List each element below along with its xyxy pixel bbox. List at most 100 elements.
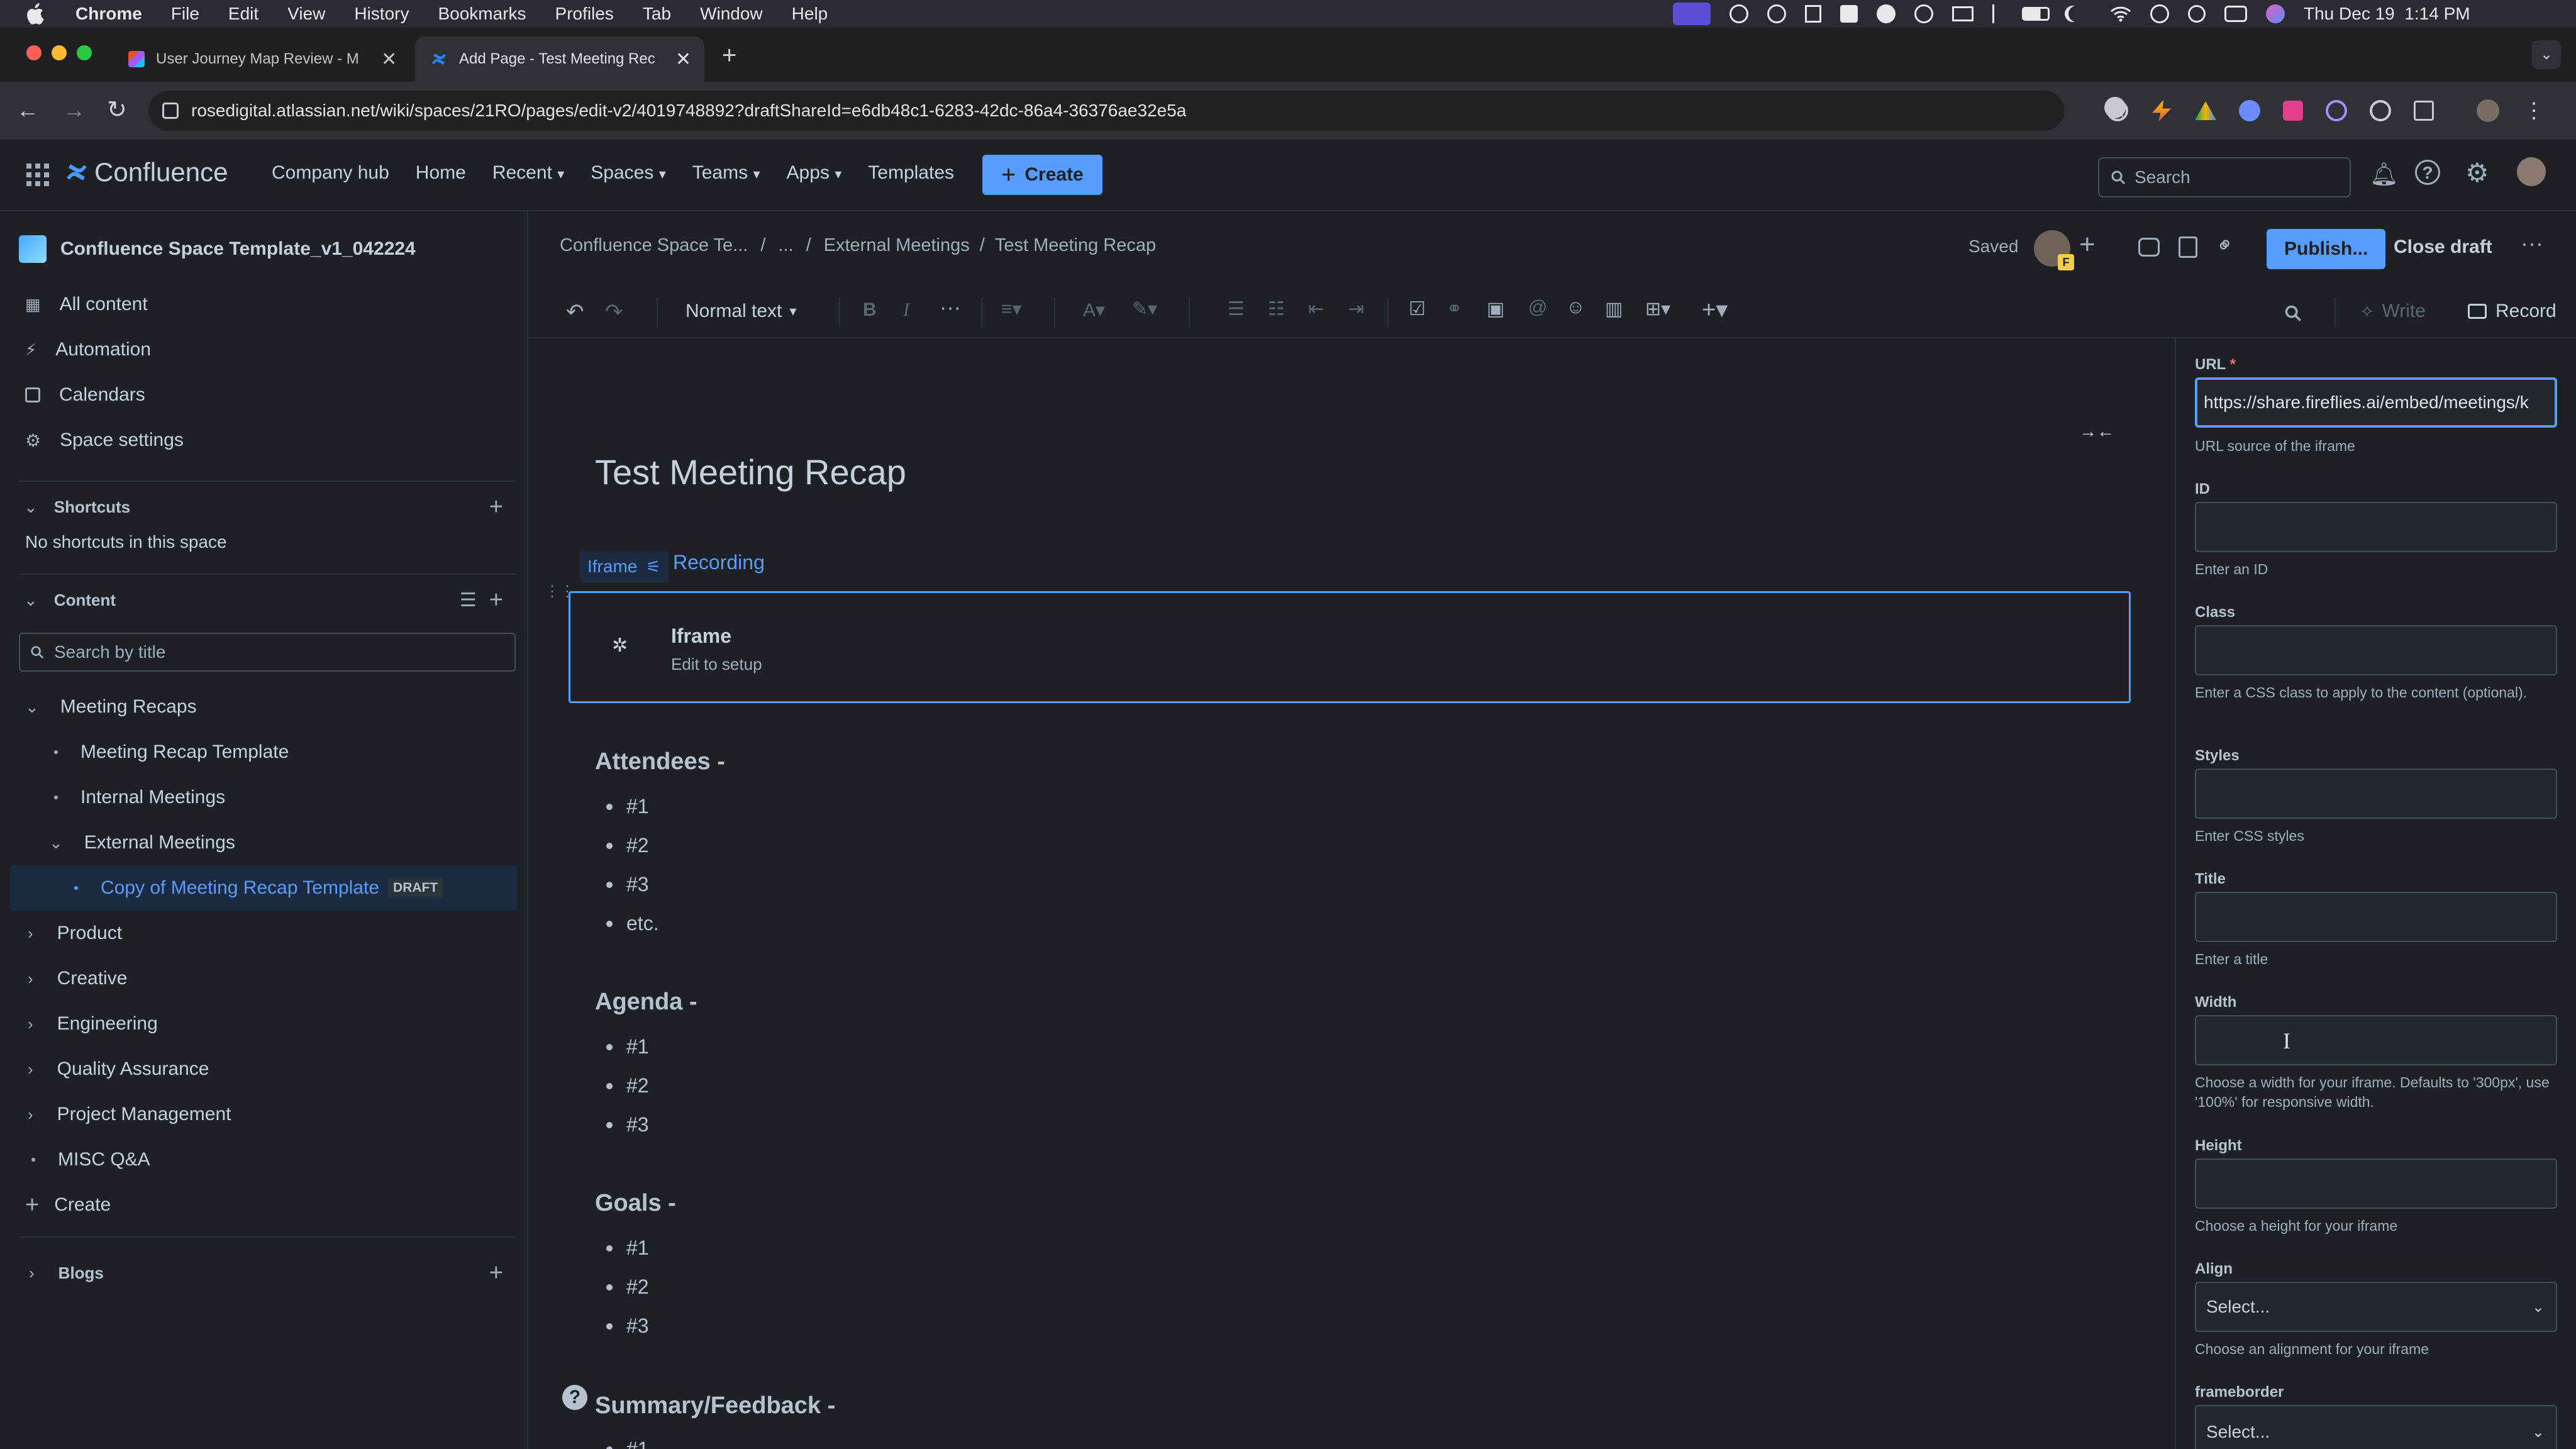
iframe-macro-tag[interactable]: Iframe ⚟	[580, 551, 669, 582]
indent-icon[interactable]: ⇥	[1348, 298, 1364, 320]
battery-icon[interactable]	[2022, 7, 2050, 21]
drive-extension-icon[interactable]	[2195, 101, 2216, 120]
topnav-search-input[interactable]: Search	[2098, 157, 2351, 197]
menubar-history[interactable]: History	[354, 4, 409, 24]
blue-extension-icon[interactable]	[2239, 100, 2260, 121]
tree-item-copy-of-template[interactable]: Copy of Meeting Recap Template DRAFT	[10, 865, 517, 911]
table-icon[interactable]: ⊞▾	[1645, 298, 1670, 320]
menubar-view[interactable]: View	[287, 4, 325, 24]
list-item[interactable]: #3	[606, 1314, 649, 1338]
outdent-icon[interactable]: ⇤	[1308, 298, 1324, 320]
summary-feedback-heading[interactable]: Summary/Feedback -	[595, 1392, 835, 1419]
create-button[interactable]: + Create	[982, 155, 1102, 195]
numbered-list-icon[interactable]: ☷	[1268, 298, 1285, 320]
help-circle-icon[interactable]: ?	[562, 1385, 587, 1410]
nav-teams[interactable]: Teams ▾	[692, 162, 760, 184]
drive-icon[interactable]	[1840, 5, 1858, 23]
close-tab-icon[interactable]: ✕	[381, 48, 397, 70]
back-arrow-icon[interactable]: ←	[16, 97, 39, 123]
sidebar-item-calendars[interactable]: Calendars	[0, 372, 527, 418]
more-formatting-icon[interactable]: ···	[940, 296, 961, 320]
wifi-icon[interactable]	[2110, 6, 2131, 22]
styles-input[interactable]	[2195, 769, 2557, 819]
add-blog-plus-icon[interactable]: +	[489, 1260, 503, 1287]
more-actions-icon[interactable]: ···	[2521, 230, 2543, 257]
menubar-window[interactable]: Window	[700, 4, 763, 24]
italic-icon[interactable]: I	[903, 299, 909, 321]
url-input[interactable]: https://share.fireflies.ai/embed/meeting…	[2195, 377, 2557, 428]
breadcrumb-space[interactable]: Confluence Space Te...	[560, 235, 748, 256]
tree-item-product[interactable]: › Product	[0, 911, 527, 956]
menubar-clock[interactable]: Thu Dec 19 1:14 PM	[2304, 4, 2470, 24]
title-input[interactable]	[2195, 892, 2557, 942]
add-shortcut-plus-icon[interactable]: +	[489, 494, 503, 521]
list-item[interactable]: #1	[606, 1035, 649, 1058]
tree-item-creative[interactable]: › Creative	[0, 956, 527, 1001]
tree-item-meeting-recaps[interactable]: ⌄ Meeting Recaps	[0, 684, 527, 730]
search-extension-icon[interactable]	[2326, 100, 2347, 121]
bullet-list-icon[interactable]: ☰	[1228, 298, 1245, 320]
tree-item-project-management[interactable]: › Project Management	[0, 1092, 527, 1137]
space-header[interactable]: Confluence Space Template_v1_042224	[0, 226, 527, 272]
bolt-extension-icon[interactable]	[2152, 100, 2171, 121]
list-item[interactable]: #3	[606, 1113, 649, 1136]
goals-heading[interactable]: Goals -	[595, 1190, 676, 1217]
nav-apps[interactable]: Apps ▾	[787, 162, 842, 184]
tree-item-engineering[interactable]: › Engineering	[0, 1001, 527, 1046]
list-item[interactable]: #2	[606, 834, 649, 857]
help-icon[interactable]: ?	[2415, 160, 2440, 185]
search-by-title-input[interactable]: Search by title	[19, 633, 516, 672]
profile-avatar[interactable]	[2477, 99, 2499, 122]
recording-link[interactable]: Recording	[673, 551, 765, 574]
breadcrumb-ellipsis[interactable]: ...	[778, 235, 793, 256]
invite-plus-icon[interactable]: +	[2079, 229, 2096, 260]
close-window-button[interactable]	[26, 45, 42, 60]
height-input[interactable]	[2195, 1158, 2557, 1209]
text-color-icon[interactable]: A▾	[1083, 299, 1105, 321]
search-extension-icon[interactable]	[1767, 4, 1786, 23]
play-icon[interactable]	[2150, 4, 2169, 23]
content-section-header[interactable]: ⌄ Content ☰ +	[0, 577, 527, 623]
insert-plus-icon[interactable]: +▾	[1702, 296, 1728, 324]
undo-icon[interactable]: ↶	[566, 299, 584, 325]
notifications-icon[interactable]: 🔔︎	[2370, 161, 2399, 187]
sidebar-item-all-content[interactable]: ▦ All content	[0, 282, 527, 327]
tree-item-external-meetings[interactable]: ⌄ External Meetings	[0, 820, 527, 865]
grammarly-icon[interactable]	[1729, 4, 1748, 23]
record-button[interactable]: Record	[2468, 301, 2557, 322]
confluence-logo[interactable]: Confluence	[64, 157, 228, 187]
page-title[interactable]: Test Meeting Recap	[595, 452, 906, 492]
bold-icon[interactable]: B	[863, 299, 877, 321]
tab-search-chevron-icon[interactable]: ⌄	[2532, 40, 2561, 69]
macro-settings-icon[interactable]: ⚟	[646, 557, 660, 577]
menubar-tab[interactable]: Tab	[643, 4, 671, 24]
image-icon[interactable]: ▣	[1487, 298, 1504, 320]
text-style-dropdown[interactable]: Normal text ▾	[686, 301, 796, 322]
tree-item-misc-qa[interactable]: MISC Q&A	[0, 1137, 527, 1182]
layout-columns-icon[interactable]: ▥	[1605, 298, 1623, 320]
siri-icon[interactable]	[2266, 4, 2285, 23]
bluetooth-icon[interactable]	[1992, 4, 2003, 23]
spotlight-icon[interactable]	[2188, 5, 2206, 23]
user-avatar[interactable]	[2517, 157, 2546, 186]
moon-icon[interactable]	[2068, 6, 2085, 22]
bolt-icon[interactable]	[1877, 4, 1896, 23]
sidebar-item-automation[interactable]: ⚡︎ Automation	[0, 327, 527, 372]
menubar-edit[interactable]: Edit	[228, 4, 258, 24]
1password-icon[interactable]	[1914, 4, 1933, 23]
list-item[interactable]: #1	[606, 795, 649, 818]
close-tab-icon[interactable]: ✕	[675, 48, 691, 70]
class-input[interactable]	[2195, 625, 2557, 675]
publish-button[interactable]: Publish...	[2267, 229, 2386, 269]
breadcrumb-external-meetings[interactable]: External Meetings	[824, 235, 970, 256]
link-icon[interactable]: ⚭	[2210, 230, 2240, 260]
list-item[interactable]: #1	[606, 1236, 649, 1260]
screen-record-icon[interactable]	[1673, 3, 1711, 25]
menubar-bookmarks[interactable]: Bookmarks	[438, 4, 526, 24]
nav-company-hub[interactable]: Company hub	[272, 162, 389, 184]
menubar-profiles[interactable]: Profiles	[555, 4, 614, 24]
redo-icon[interactable]: ↷	[605, 299, 623, 325]
list-item[interactable]: #2	[606, 1275, 649, 1299]
align-icon[interactable]: ≡▾	[1001, 298, 1022, 320]
add-content-plus-icon[interactable]: +	[489, 587, 503, 614]
